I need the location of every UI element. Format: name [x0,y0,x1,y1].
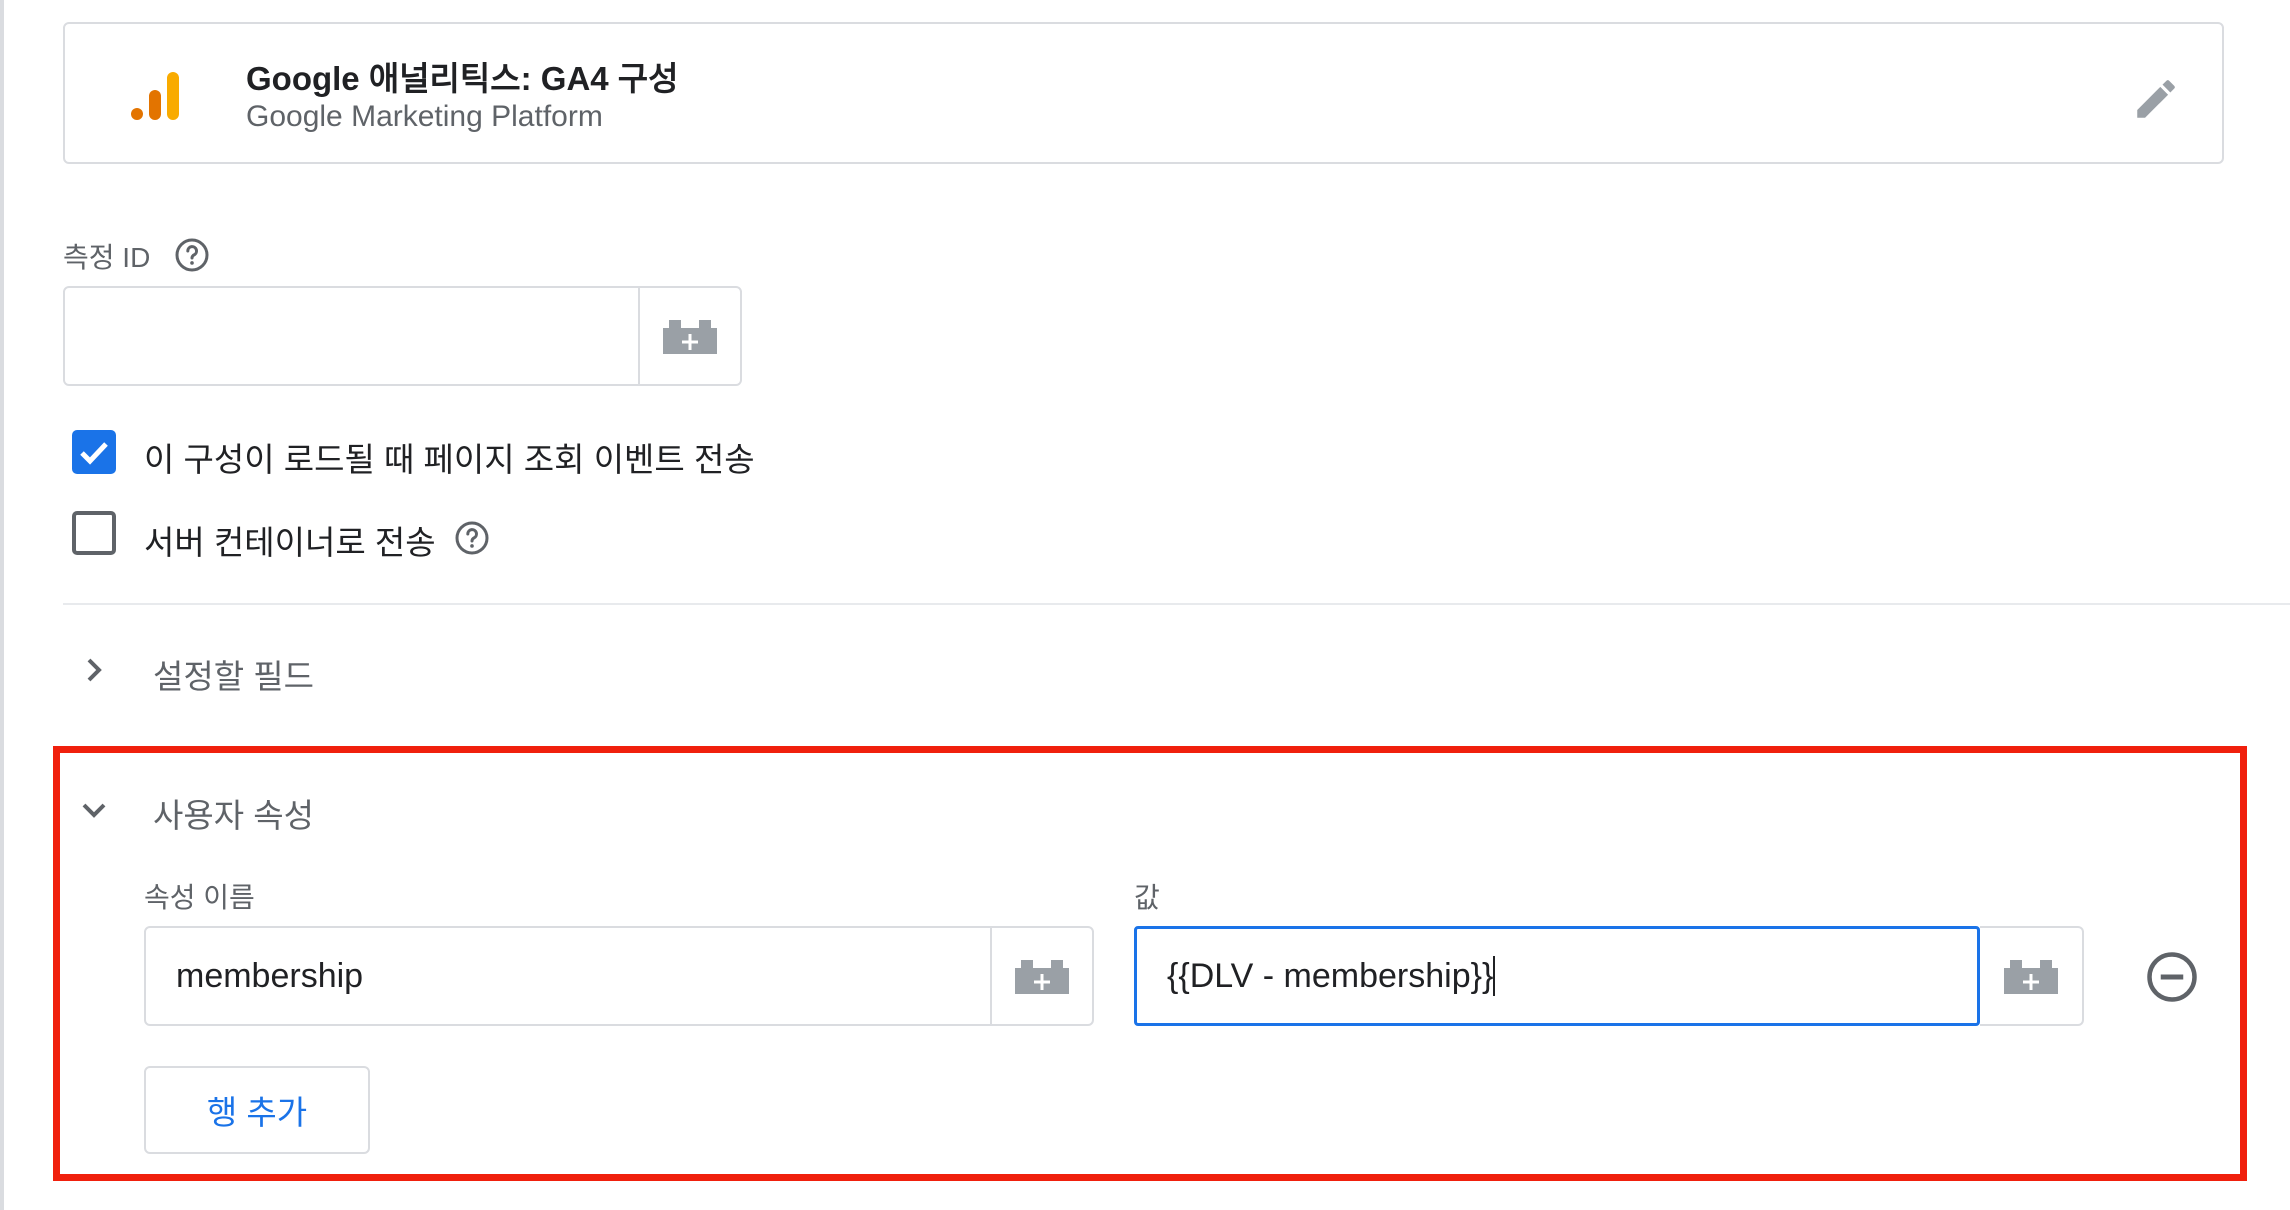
panel-left-border [0,0,4,1210]
variable-brick-icon [1015,960,1069,994]
send-to-server-checkbox[interactable] [72,511,116,555]
tag-type-title: Google 애널리틱스: GA4 구성 [246,60,679,97]
property-name-input[interactable] [146,928,990,1024]
text-cursor [1493,956,1496,996]
help-circle-icon[interactable] [454,520,490,556]
tag-type-card[interactable]: Google 애널리틱스: GA4 구성 Google Marketing Pl… [63,22,2224,164]
measurement-id-field-group [63,286,742,386]
help-circle-icon[interactable] [174,237,210,273]
variable-picker-button[interactable] [990,928,1092,1024]
send-to-server-label: 서버 컨테이너로 전송 [144,524,436,561]
checkmark-icon [80,442,108,465]
variable-brick-icon [2004,960,2058,994]
tag-type-subtitle: Google Marketing Platform [246,100,603,133]
variable-picker-button[interactable] [638,288,740,384]
send-page-view-checkbox[interactable] [72,430,116,474]
chevron-down-icon[interactable] [74,790,114,830]
property-value-field-group: {{DLV - membership}} [1134,926,2084,1026]
property-value-input[interactable]: {{DLV - membership}} [1134,926,1980,1026]
property-value-text: {{DLV - membership}} [1167,956,1494,995]
property-name-column-label: 속성 이름 [144,882,255,913]
user-properties-title[interactable]: 사용자 속성 [153,789,314,837]
section-divider [63,603,2290,605]
property-name-field-group [144,926,1094,1026]
measurement-id-label: 측정 ID [63,242,151,273]
send-page-view-label: 이 구성이 로드될 때 페이지 조회 이벤트 전송 [144,441,755,478]
measurement-id-input[interactable] [65,288,638,384]
remove-row-icon[interactable] [2145,950,2199,1004]
variable-picker-button[interactable] [1980,926,2084,1026]
property-value-column-label: 값 [1134,882,1160,913]
add-row-button[interactable]: 행 추가 [144,1066,370,1154]
chevron-right-icon[interactable] [74,650,114,690]
google-analytics-logo [131,72,179,120]
pencil-icon[interactable] [2131,74,2181,124]
variable-brick-icon [663,320,717,354]
fields-to-set-title[interactable]: 설정할 필드 [153,650,314,698]
